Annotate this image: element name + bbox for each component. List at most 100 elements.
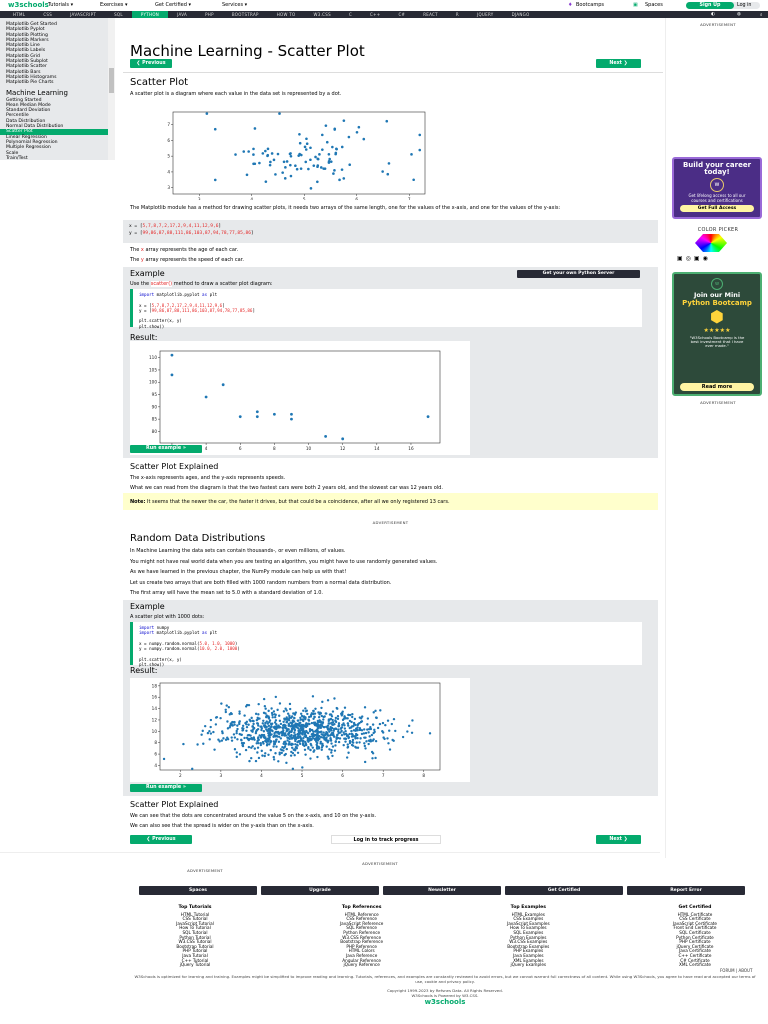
- forum-about-links[interactable]: FORUM | ABOUT: [720, 968, 752, 973]
- nav-css[interactable]: CSS: [34, 11, 61, 18]
- data-point: [294, 736, 298, 740]
- instagram-icon[interactable]: ◎: [686, 255, 694, 262]
- footer-button-upgrade[interactable]: Upgrade: [261, 886, 379, 895]
- footer-button-spaces[interactable]: Spaces: [139, 886, 257, 895]
- next-button[interactable]: Next ❯: [596, 59, 641, 68]
- data-point: [348, 719, 352, 723]
- data-point: [336, 715, 340, 718]
- nav-python[interactable]: PYTHON: [131, 11, 169, 18]
- promo-title: Build your career today!: [682, 161, 752, 176]
- read-more-button[interactable]: Read more: [680, 383, 754, 391]
- sidebar-item[interactable]: Train/Test: [0, 156, 115, 160]
- log-in-button[interactable]: Log in: [737, 3, 751, 8]
- menu-exercises[interactable]: Exercises ▾: [100, 2, 128, 8]
- data-point: [331, 723, 334, 726]
- run-example-button[interactable]: Run example »: [130, 784, 202, 792]
- nav-javascript[interactable]: JAVASCRIPT: [61, 11, 105, 18]
- data-point: [360, 729, 364, 732]
- footer-column: Top References HTML Reference CSS Referenc…: [302, 905, 422, 968]
- nav-c[interactable]: C: [340, 11, 361, 18]
- python-bootcamp-promo[interactable]: w Join our Mini Python Bootcamp ⬢ ★★★★★ …: [672, 272, 762, 396]
- data-point: [354, 732, 358, 736]
- scatter-plot-1000-dots: 2 3 4 5 6 7 8 4 6 8 10 12 14 16 18: [152, 682, 441, 778]
- data-point: [208, 738, 211, 741]
- data-point: [268, 163, 272, 167]
- menu-tutorials[interactable]: Tutorials ▾: [48, 2, 73, 8]
- data-point: [307, 715, 311, 719]
- data-point: [341, 710, 344, 713]
- nav-how-to[interactable]: HOW TO: [268, 11, 305, 18]
- nav-c-[interactable]: C#: [389, 11, 414, 18]
- nav-c-[interactable]: C++: [361, 11, 389, 18]
- color-picker-icon[interactable]: [695, 234, 727, 252]
- next-button-bottom[interactable]: Next ❯: [596, 835, 641, 844]
- data-point: [220, 739, 224, 742]
- nav-bootstrap[interactable]: BOOTSTRAP: [223, 11, 268, 18]
- data-point: [284, 707, 287, 710]
- nav-django[interactable]: DJANGO: [503, 11, 539, 18]
- data-point: [201, 729, 204, 733]
- y-array-description: The y array represents the speed of each…: [130, 257, 244, 263]
- footer-link[interactable]: jQuery Reference: [302, 963, 422, 968]
- data-point: [300, 726, 304, 729]
- data-point: [329, 739, 333, 742]
- nav-html[interactable]: HTML: [4, 11, 34, 18]
- footer-column-title: Top Tutorials: [178, 905, 212, 910]
- nav-jquery[interactable]: JQUERY: [468, 11, 503, 18]
- nav-r[interactable]: R: [447, 11, 468, 18]
- data-point: [289, 152, 292, 155]
- data-point: [394, 729, 397, 733]
- sign-up-button[interactable]: Sign Up: [686, 2, 734, 9]
- spaces-link[interactable]: Spaces: [645, 2, 663, 8]
- discord-icon[interactable]: ◉: [703, 255, 711, 262]
- linkedin-icon[interactable]: ▣: [694, 255, 703, 262]
- data-point: [262, 697, 266, 701]
- data-point: [238, 712, 241, 715]
- footer-link[interactable]: jQuery Tutorial: [135, 963, 255, 968]
- nav-w3-css[interactable]: W3.CSS: [304, 11, 339, 18]
- sidebar-scrollbar[interactable]: [108, 18, 115, 160]
- data-point: [245, 729, 248, 732]
- advertisement-label: ADVERTISEMENT: [187, 868, 223, 873]
- previous-button-bottom[interactable]: ❮ Previous: [130, 835, 192, 844]
- track-progress-button[interactable]: Log in to track progress: [331, 835, 441, 844]
- nav-sql[interactable]: SQL: [105, 11, 132, 18]
- footer-logo[interactable]: w3schools: [130, 998, 760, 1006]
- bootcamps-link[interactable]: Bootcamps: [576, 2, 604, 8]
- theme-toggle-icon[interactable]: ◐: [711, 12, 715, 17]
- footer-button-get-certified[interactable]: Get Certified: [505, 886, 623, 895]
- get-full-access-button[interactable]: Get Full Access: [680, 205, 754, 212]
- example-code-2: import numpy import matplotlib.pyplot as…: [130, 622, 642, 667]
- w3schools-logo[interactable]: w3schools: [8, 1, 49, 10]
- menu-get-certified[interactable]: Get Certified ▾: [155, 2, 191, 8]
- menu-services[interactable]: Services ▾: [222, 2, 247, 8]
- data-point: [295, 167, 299, 171]
- globe-icon[interactable]: ◍: [737, 12, 741, 17]
- w3-logo-icon: w: [710, 178, 724, 192]
- footer-link[interactable]: jQuery Examples: [468, 963, 588, 968]
- x-tick-label: 5: [301, 773, 304, 778]
- previous-button[interactable]: ❮ Previous: [130, 59, 172, 68]
- y-tick-label: 6: [154, 752, 157, 757]
- get-python-server-button[interactable]: Get your own Python Server: [517, 270, 640, 278]
- data-point: [343, 706, 347, 709]
- search-icon[interactable]: ⌕: [760, 12, 763, 18]
- footer-button-newsletter[interactable]: Newsletter: [383, 886, 501, 895]
- data-point: [331, 754, 334, 758]
- facebook-icon[interactable]: ▣: [677, 255, 686, 262]
- run-example-button[interactable]: Run example »: [130, 445, 202, 453]
- career-promo[interactable]: Build your career today! w Get lifelong …: [672, 157, 762, 219]
- data-point: [273, 716, 277, 719]
- data-point: [272, 758, 276, 761]
- sidebar-item[interactable]: Matplotlib Pie Charts: [0, 80, 115, 85]
- nav-java[interactable]: JAVA: [168, 11, 196, 18]
- nav-php[interactable]: PHP: [196, 11, 223, 18]
- data-point: [334, 151, 338, 155]
- data-point: [245, 725, 249, 729]
- x-tick-label: 6: [341, 773, 344, 778]
- data-point: [289, 154, 293, 158]
- data-point: [374, 739, 378, 743]
- footer-button-report-error[interactable]: Report Error: [627, 886, 745, 895]
- nav-react[interactable]: REACT: [414, 11, 447, 18]
- testimonial: "W3Schools Bootcamp is the best investme…: [689, 335, 745, 349]
